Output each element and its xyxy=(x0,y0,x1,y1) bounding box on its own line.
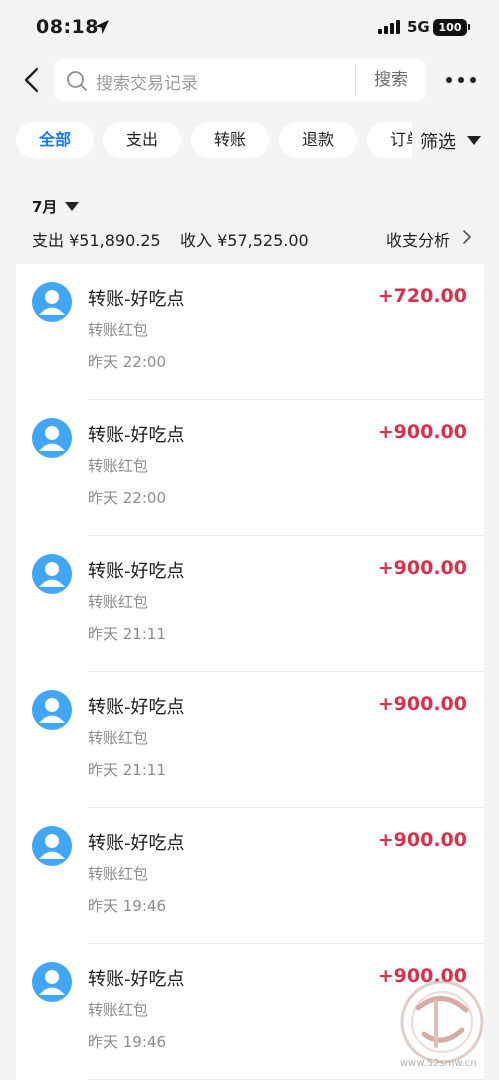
transaction-time: 昨天 19:46 xyxy=(88,897,166,915)
status-time: 08:18 xyxy=(36,16,99,38)
filter-button[interactable]: 筛选 xyxy=(420,128,456,154)
transaction-time: 昨天 21:11 xyxy=(88,761,166,779)
search-input[interactable]: 搜索交易记录 搜索 xyxy=(54,59,426,101)
signal-icon xyxy=(378,20,400,34)
transaction-amount: +900.00 xyxy=(377,557,467,579)
chip-refund[interactable]: 退款 xyxy=(279,122,357,158)
chip-all[interactable]: 全部 xyxy=(16,122,94,158)
watermark-text: www.52smw.cn xyxy=(400,1058,477,1069)
search-placeholder: 搜索交易记录 xyxy=(96,74,198,94)
transaction-row[interactable]: 转账-好吃点 转账红包 昨天 21:11 +900.00 xyxy=(16,672,484,808)
chip-expense[interactable]: 支出 xyxy=(103,122,181,158)
transaction-subtitle: 转账红包 xyxy=(88,321,149,339)
transaction-title: 转账-好吃点 xyxy=(88,969,185,990)
transaction-title: 转账-好吃点 xyxy=(88,425,185,446)
transaction-row[interactable]: 转账-好吃点 转账红包 昨天 19:46 +900.00 xyxy=(16,808,484,944)
battery-icon: 100 xyxy=(433,19,467,36)
back-icon[interactable] xyxy=(20,66,44,94)
chip-transfer[interactable]: 转账 xyxy=(191,122,269,158)
transaction-amount: +720.00 xyxy=(377,285,467,307)
caret-down-icon xyxy=(65,202,79,211)
network-label: 5G xyxy=(407,18,430,36)
location-arrow-icon xyxy=(95,20,109,34)
transaction-subtitle: 转账红包 xyxy=(88,865,149,883)
transaction-title: 转账-好吃点 xyxy=(88,289,185,310)
transaction-time: 昨天 22:00 xyxy=(88,489,166,507)
transaction-amount: +900.00 xyxy=(377,421,467,443)
transaction-title: 转账-好吃点 xyxy=(88,697,185,718)
income-total: 收入 ¥57,525.00 xyxy=(180,231,309,250)
avatar-icon xyxy=(32,418,72,458)
search-icon xyxy=(67,71,87,91)
transaction-row[interactable]: 转账-好吃点 转账红包 昨天 21:11 +900.00 xyxy=(16,536,484,672)
transaction-subtitle: 转账红包 xyxy=(88,1001,149,1019)
avatar-icon xyxy=(32,690,72,730)
transaction-time: 昨天 19:46 xyxy=(88,1033,166,1051)
chip-order[interactable]: 订单 xyxy=(367,122,412,158)
avatar-icon xyxy=(32,826,72,866)
transaction-amount: +900.00 xyxy=(377,965,467,987)
caret-down-icon xyxy=(467,136,481,145)
transaction-row[interactable]: 转账-好吃点 转账红包 昨天 22:00 +720.00 xyxy=(16,264,484,400)
transaction-time: 昨天 21:11 xyxy=(88,625,166,643)
battery-tip xyxy=(468,24,470,30)
transaction-row[interactable]: 转账-好吃点 转账红包 昨天 22:00 +900.00 xyxy=(16,400,484,536)
avatar-icon xyxy=(32,554,72,594)
transaction-time: 昨天 22:00 xyxy=(88,353,166,371)
analysis-link[interactable]: 收支分析 xyxy=(386,227,450,251)
chevron-right-icon xyxy=(463,230,471,244)
more-icon[interactable] xyxy=(446,72,476,88)
transaction-title: 转账-好吃点 xyxy=(88,561,185,582)
transaction-subtitle: 转账红包 xyxy=(88,457,149,475)
filter-chips: 全部 支出 转账 退款 订单 xyxy=(0,122,412,160)
status-bar: 08:18 5G 100 xyxy=(0,0,499,56)
month-selector[interactable]: 7月 xyxy=(32,196,57,217)
transaction-title: 转账-好吃点 xyxy=(88,833,185,854)
avatar-icon xyxy=(32,962,72,1002)
transaction-list: 转账-好吃点 转账红包 昨天 22:00 +720.00 转账-好吃点 转账红包… xyxy=(16,264,484,1080)
avatar-icon xyxy=(32,282,72,322)
transaction-amount: +900.00 xyxy=(377,693,467,715)
search-button[interactable]: 搜索 xyxy=(356,59,426,101)
transaction-amount: +900.00 xyxy=(377,829,467,851)
transaction-subtitle: 转账红包 xyxy=(88,593,149,611)
expense-total: 支出 ¥51,890.25 xyxy=(32,231,161,250)
transaction-subtitle: 转账红包 xyxy=(88,729,149,747)
